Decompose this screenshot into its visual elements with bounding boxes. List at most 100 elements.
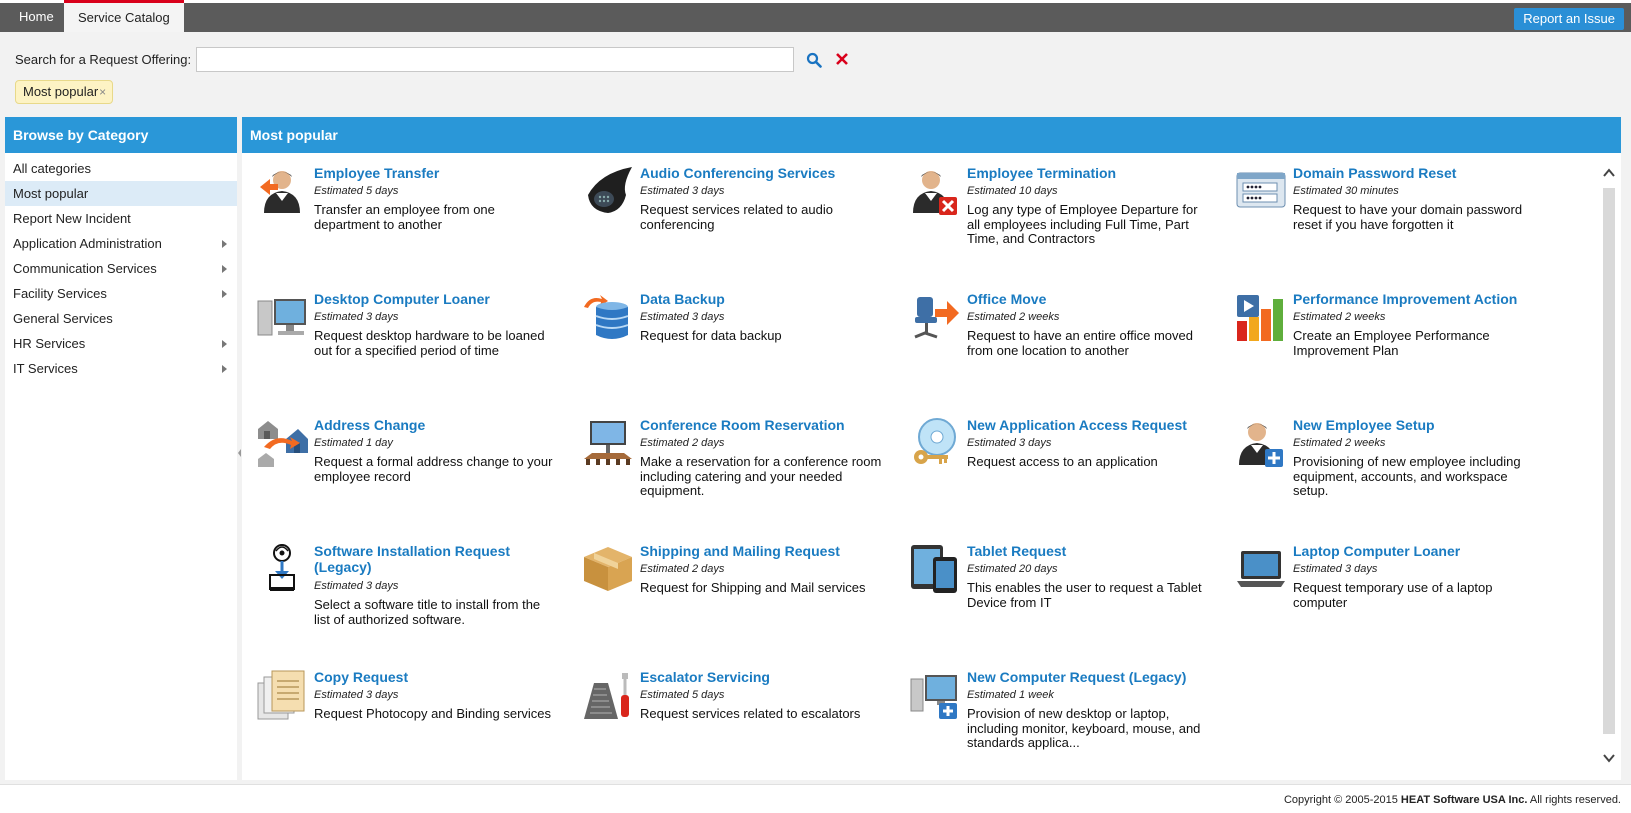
search-input[interactable] xyxy=(196,47,794,72)
offering-card[interactable]: Tablet Request Estimated 20 days This en… xyxy=(895,531,1202,659)
offering-description: Request services related to audio confer… xyxy=(640,202,833,232)
offering-card[interactable]: New Computer Request (Legacy) Estimated … xyxy=(895,657,1200,785)
category-list: All categories Most popular Report New I… xyxy=(5,153,237,381)
category-item-it-services[interactable]: IT Services xyxy=(5,356,237,381)
offering-estimate: Estimated 3 days xyxy=(967,437,1052,449)
scroll-down-icon[interactable] xyxy=(1602,751,1616,765)
offering-title[interactable]: New Computer Request (Legacy) xyxy=(967,669,1207,685)
offering-card[interactable]: Software Installation Request (Legacy) E… xyxy=(242,531,542,659)
category-item-application-administration[interactable]: Application Administration xyxy=(5,231,237,256)
offering-estimate: Estimated 30 minutes xyxy=(1293,185,1399,197)
offering-card[interactable]: Address Change Estimated 1 day Request a… xyxy=(242,405,552,533)
category-item-report-new-incident[interactable]: Report New Incident xyxy=(5,206,237,231)
tab-home[interactable]: Home xyxy=(5,3,68,32)
offering-estimate: Estimated 20 days xyxy=(967,563,1058,575)
offering-title[interactable]: Conference Room Reservation xyxy=(640,417,880,433)
expand-arrow-icon[interactable] xyxy=(222,290,227,298)
category-label: IT Services xyxy=(13,361,78,376)
offering-estimate: Estimated 10 days xyxy=(967,185,1058,197)
category-panel-title: Browse by Category xyxy=(5,117,237,153)
offering-description: Create an Employee Performance Improveme… xyxy=(1293,328,1490,358)
offering-title[interactable]: Address Change xyxy=(314,417,554,433)
offering-description: Request to have your domain password res… xyxy=(1293,202,1523,232)
offering-description: Request desktop hardware to be loaned ou… xyxy=(314,328,545,358)
offering-card[interactable]: New Employee Setup Estimated 2 weeks Pro… xyxy=(1221,405,1521,533)
offering-title[interactable]: Shipping and Mailing Request xyxy=(640,543,880,559)
category-label: General Services xyxy=(13,311,113,326)
offering-title[interactable]: Employee Termination xyxy=(967,165,1207,181)
offering-card[interactable]: Domain Password Reset Estimated 30 minut… xyxy=(1221,153,1522,281)
offering-estimate: Estimated 1 week xyxy=(967,689,1054,701)
offering-title[interactable]: Domain Password Reset xyxy=(1293,165,1533,181)
offering-description: Request services related to escalators xyxy=(640,706,861,721)
offerings-grid: Employee Transfer Estimated 5 days Trans… xyxy=(242,153,1597,780)
category-panel: Browse by Category All categories Most p… xyxy=(5,117,237,780)
offering-title[interactable]: Audio Conferencing Services xyxy=(640,165,880,181)
tab-service-catalog[interactable]: Service Catalog xyxy=(64,0,184,32)
category-item-general-services[interactable]: General Services xyxy=(5,306,237,331)
vertical-scrollbar[interactable] xyxy=(1597,153,1621,780)
offering-card[interactable]: Office Move Estimated 2 weeks Request to… xyxy=(895,279,1195,407)
category-label: Application Administration xyxy=(13,236,162,251)
offering-card[interactable]: New Application Access Request Estimated… xyxy=(895,405,1195,533)
category-label: Facility Services xyxy=(13,286,107,301)
offering-estimate: Estimated 2 weeks xyxy=(1293,437,1386,449)
house-move-icon xyxy=(256,417,308,469)
offering-card[interactable]: Audio Conferencing Services Estimated 3 … xyxy=(568,153,868,281)
category-item-communication-services[interactable]: Communication Services xyxy=(5,256,237,281)
offering-title[interactable]: Tablet Request xyxy=(967,543,1207,559)
copyright-company: HEAT Software USA Inc. xyxy=(1400,794,1528,806)
offering-title[interactable]: Copy Request xyxy=(314,669,554,685)
offering-card[interactable]: Employee Transfer Estimated 5 days Trans… xyxy=(242,153,542,281)
password-field-icon xyxy=(1235,165,1287,217)
offering-title[interactable]: New Employee Setup xyxy=(1293,417,1533,433)
offering-card[interactable]: Escalator Servicing Estimated 5 days Req… xyxy=(568,657,868,785)
expand-arrow-icon[interactable] xyxy=(222,340,227,348)
person-arrow-icon xyxy=(256,165,308,217)
offering-card[interactable]: Copy Request Estimated 3 days Request Ph… xyxy=(242,657,551,785)
expand-arrow-icon[interactable] xyxy=(222,240,227,248)
offering-title[interactable]: Performance Improvement Action xyxy=(1293,291,1533,307)
category-item-facility-services[interactable]: Facility Services xyxy=(5,281,237,306)
conference-phone-icon xyxy=(582,165,634,217)
search-icon[interactable] xyxy=(806,52,822,68)
offering-title[interactable]: Employee Transfer xyxy=(314,165,554,181)
offering-title[interactable]: Escalator Servicing xyxy=(640,669,880,685)
category-item-most-popular[interactable]: Most popular xyxy=(5,181,237,206)
clear-search-icon[interactable] xyxy=(834,51,850,67)
offering-card[interactable]: Laptop Computer Loaner Estimated 3 days … xyxy=(1221,531,1521,659)
offering-title[interactable]: Data Backup xyxy=(640,291,880,307)
offering-card[interactable]: Employee Termination Estimated 10 days L… xyxy=(895,153,1198,281)
offering-estimate: Estimated 2 weeks xyxy=(1293,311,1386,323)
offering-title[interactable]: Office Move xyxy=(967,291,1207,307)
expand-arrow-icon[interactable] xyxy=(222,365,227,373)
offering-title[interactable]: Desktop Computer Loaner xyxy=(314,291,554,307)
scroll-up-icon[interactable] xyxy=(1602,166,1616,180)
offering-title[interactable]: Software Installation Request (Legacy) xyxy=(314,543,554,575)
offering-card[interactable]: Performance Improvement Action Estimated… xyxy=(1221,279,1521,407)
expand-arrow-icon[interactable] xyxy=(222,265,227,273)
offering-card[interactable]: Shipping and Mailing Request Estimated 2… xyxy=(568,531,868,659)
offering-description: Request for data backup xyxy=(640,328,782,343)
offering-description: Request a formal address change to your … xyxy=(314,454,553,484)
disc-key-icon xyxy=(909,417,961,469)
scrollbar-track[interactable] xyxy=(1603,188,1615,734)
package-box-icon xyxy=(582,543,634,595)
offering-card[interactable]: Data Backup Estimated 3 days Request for… xyxy=(568,279,868,407)
category-item-hr-services[interactable]: HR Services xyxy=(5,331,237,356)
remove-filter-icon[interactable]: × xyxy=(99,85,106,99)
filter-chip-label: Most popular xyxy=(23,84,99,99)
offering-card[interactable]: Conference Room Reservation Estimated 2 … xyxy=(568,405,881,533)
offering-description: Make a reservation for a conference room… xyxy=(640,454,882,498)
offering-card[interactable]: Desktop Computer Loaner Estimated 3 days… xyxy=(242,279,545,407)
category-item-all[interactable]: All categories xyxy=(5,156,237,181)
offering-estimate: Estimated 3 days xyxy=(640,311,725,323)
offering-title[interactable]: New Application Access Request xyxy=(967,417,1207,433)
offerings-panel: Most popular Employee Transfer Estimated… xyxy=(242,117,1621,780)
offering-estimate: Estimated 3 days xyxy=(640,185,725,197)
offering-title[interactable]: Laptop Computer Loaner xyxy=(1293,543,1533,559)
offering-estimate: Estimated 3 days xyxy=(314,689,399,701)
report-issue-button[interactable]: Report an Issue xyxy=(1514,8,1624,30)
offerings-panel-title: Most popular xyxy=(242,117,1621,153)
search-label: Search for a Request Offering: xyxy=(15,52,192,67)
